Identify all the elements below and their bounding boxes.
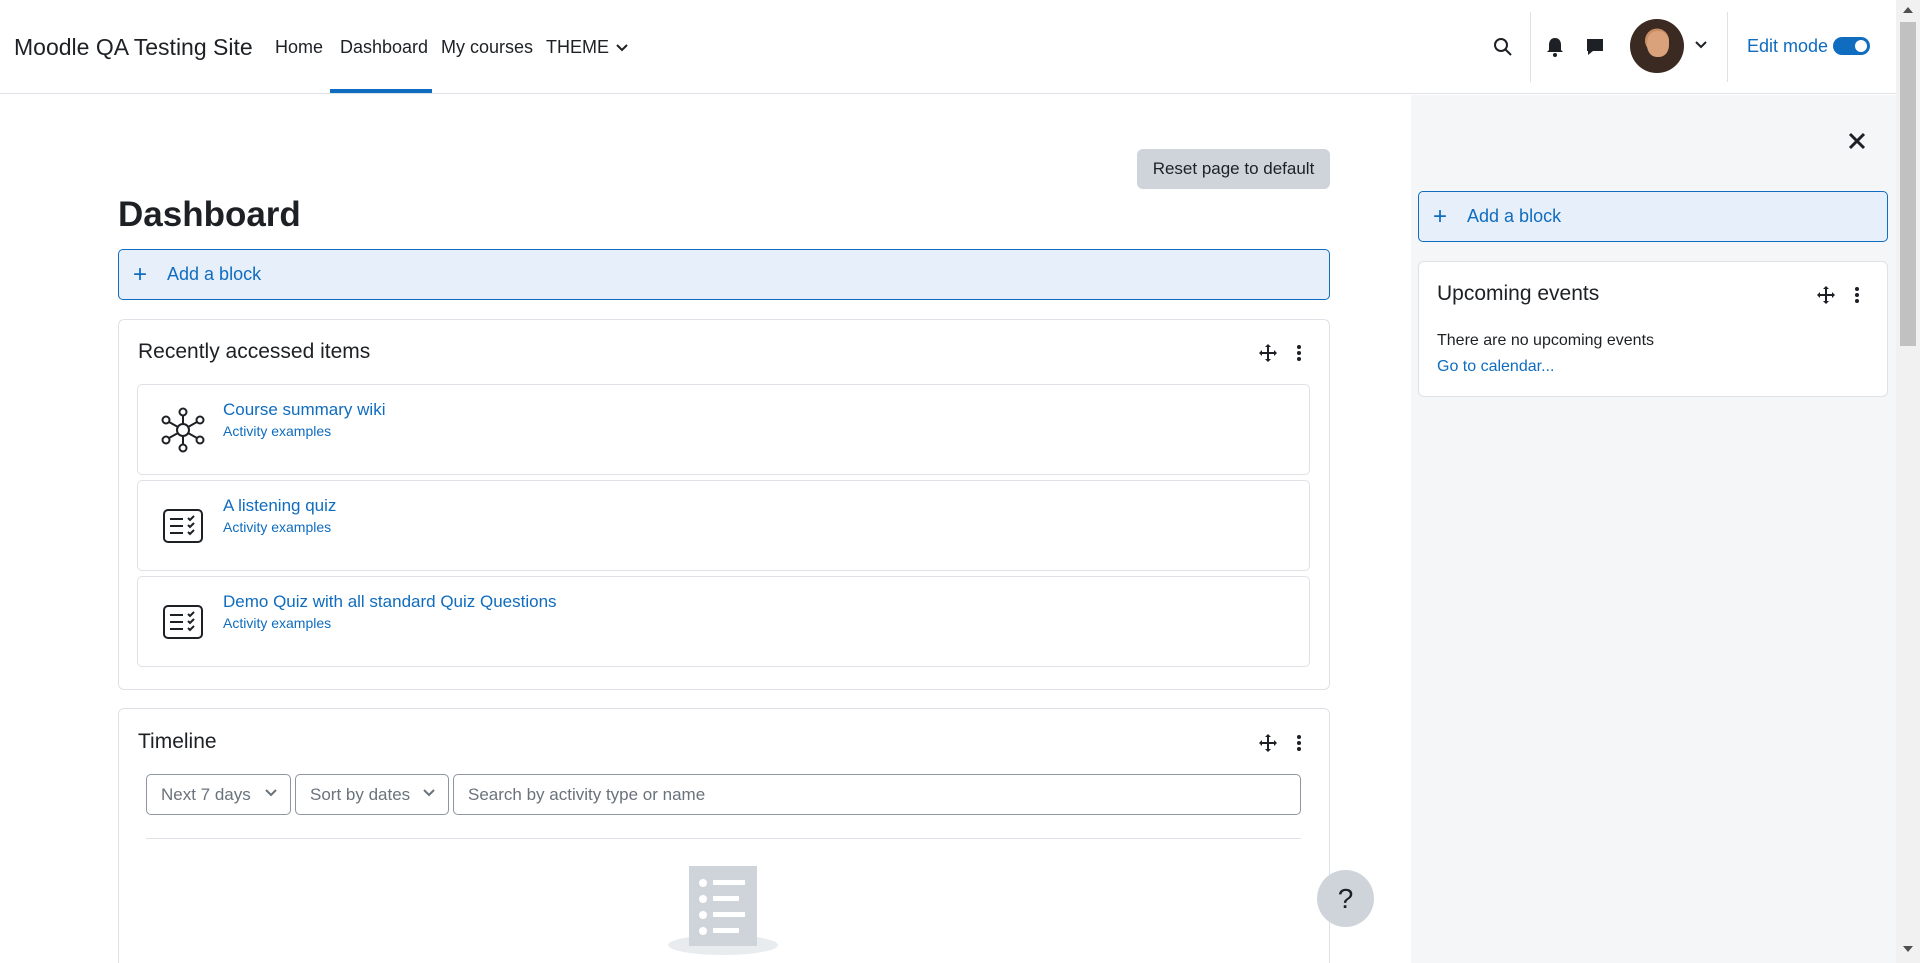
block-actions-button[interactable] bbox=[1288, 341, 1310, 365]
search-icon bbox=[1494, 38, 1512, 56]
add-block-label: Add a block bbox=[167, 264, 262, 284]
move-icon bbox=[1259, 734, 1277, 752]
chevron-down-icon bbox=[265, 789, 277, 797]
reset-page-button[interactable]: Reset page to default bbox=[1137, 149, 1330, 189]
item-course-link[interactable]: Activity examples bbox=[223, 615, 331, 631]
nav-theme-label: THEME bbox=[546, 37, 609, 57]
timeline-title: Timeline bbox=[138, 730, 217, 753]
move-icon bbox=[1817, 286, 1835, 304]
page-title: Dashboard bbox=[118, 195, 301, 234]
edit-mode-label: Edit mode bbox=[1747, 36, 1829, 56]
sort-select-value: Sort by dates bbox=[310, 784, 411, 804]
top-navbar: Moodle QA Testing Site Home Dashboard My… bbox=[0, 0, 1896, 94]
edit-mode-toggle[interactable] bbox=[1833, 37, 1870, 55]
chevron-down-icon bbox=[616, 44, 628, 52]
move-block-button[interactable] bbox=[1814, 283, 1838, 307]
empty-timeline-illustration bbox=[668, 866, 778, 955]
navbar-divider bbox=[1727, 12, 1728, 82]
upcoming-events-title: Upcoming events bbox=[1437, 282, 1600, 305]
nav-active-indicator bbox=[330, 89, 432, 93]
chat-icon bbox=[1587, 39, 1603, 55]
user-menu-toggle[interactable] bbox=[1690, 34, 1712, 56]
nav-my-courses[interactable]: My courses bbox=[441, 37, 533, 58]
notifications-button[interactable] bbox=[1540, 32, 1570, 62]
list-item[interactable]: A listening quiz Activity examples bbox=[137, 480, 1310, 571]
drawer-add-block-button[interactable]: + Add a block bbox=[1418, 191, 1888, 242]
block-actions-button[interactable] bbox=[1288, 731, 1310, 755]
item-course-link[interactable]: Activity examples bbox=[223, 423, 331, 439]
timeline-day-filter[interactable]: Next 7 days bbox=[146, 774, 291, 815]
navbar-divider bbox=[1530, 12, 1531, 82]
user-avatar[interactable] bbox=[1630, 19, 1684, 73]
kebab-menu-icon bbox=[1855, 287, 1859, 303]
close-icon bbox=[1848, 132, 1866, 150]
bell-icon bbox=[1547, 38, 1563, 57]
plus-icon: + bbox=[133, 260, 148, 288]
nav-home[interactable]: Home bbox=[275, 37, 323, 58]
no-events-text: There are no upcoming events bbox=[1437, 332, 1655, 349]
timeline-sort-select[interactable]: Sort by dates bbox=[295, 774, 449, 815]
block-actions-button[interactable] bbox=[1846, 283, 1868, 307]
item-name-link[interactable]: Demo Quiz with all standard Quiz Questio… bbox=[223, 592, 557, 612]
item-course-link[interactable]: Activity examples bbox=[223, 519, 331, 535]
quiz-icon bbox=[163, 605, 203, 639]
move-block-button[interactable] bbox=[1256, 731, 1280, 755]
close-drawer-button[interactable] bbox=[1842, 126, 1872, 156]
day-filter-value: Next 7 days bbox=[161, 784, 251, 804]
list-item[interactable]: Demo Quiz with all standard Quiz Questio… bbox=[137, 576, 1310, 667]
nav-dashboard[interactable]: Dashboard bbox=[340, 37, 428, 58]
move-icon bbox=[1259, 344, 1277, 362]
scroll-up-icon[interactable] bbox=[1902, 6, 1914, 14]
site-name[interactable]: Moodle QA Testing Site bbox=[14, 34, 253, 61]
add-block-button[interactable]: + Add a block bbox=[118, 249, 1330, 300]
plus-icon: + bbox=[1433, 202, 1448, 230]
kebab-menu-icon bbox=[1297, 735, 1301, 751]
quiz-icon bbox=[163, 509, 203, 543]
messages-button[interactable] bbox=[1580, 32, 1610, 62]
wiki-icon bbox=[161, 407, 205, 453]
chevron-down-icon bbox=[423, 789, 435, 797]
help-button[interactable]: ? bbox=[1317, 870, 1374, 927]
timeline-search-input[interactable] bbox=[453, 774, 1301, 815]
go-to-calendar-link[interactable]: Go to calendar... bbox=[1437, 358, 1554, 376]
recent-items-title: Recently accessed items bbox=[138, 340, 371, 363]
scroll-down-icon[interactable] bbox=[1902, 945, 1914, 953]
divider bbox=[146, 838, 1301, 839]
item-name-link[interactable]: Course summary wiki bbox=[223, 400, 385, 420]
drawer-add-block-label: Add a block bbox=[1467, 206, 1562, 226]
item-name-link[interactable]: A listening quiz bbox=[223, 496, 336, 516]
kebab-menu-icon bbox=[1297, 345, 1301, 361]
search-button[interactable] bbox=[1488, 32, 1518, 62]
list-item[interactable]: Course summary wiki Activity examples bbox=[137, 384, 1310, 475]
move-block-button[interactable] bbox=[1256, 341, 1280, 365]
scrollbar-thumb[interactable] bbox=[1900, 22, 1916, 346]
chevron-down-icon bbox=[1695, 41, 1707, 49]
nav-theme[interactable]: THEME bbox=[546, 37, 629, 58]
